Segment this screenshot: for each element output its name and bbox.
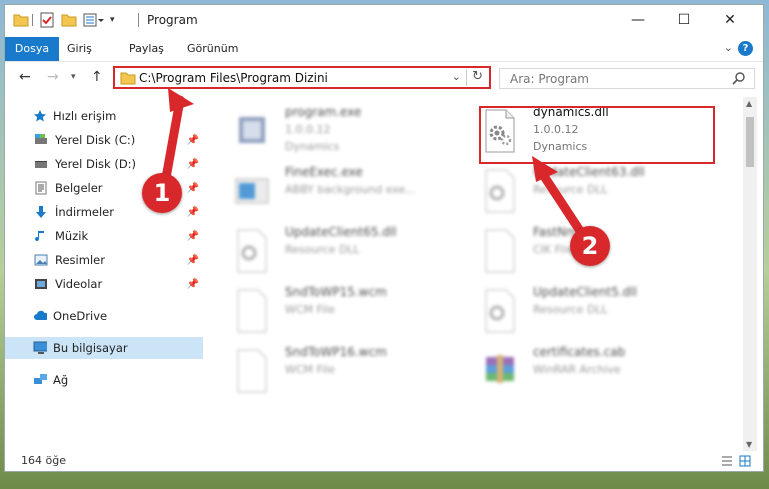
callout-2: 2 <box>570 226 610 266</box>
annotation-arrows <box>161 88 591 245</box>
callout-1: 1 <box>142 173 182 213</box>
